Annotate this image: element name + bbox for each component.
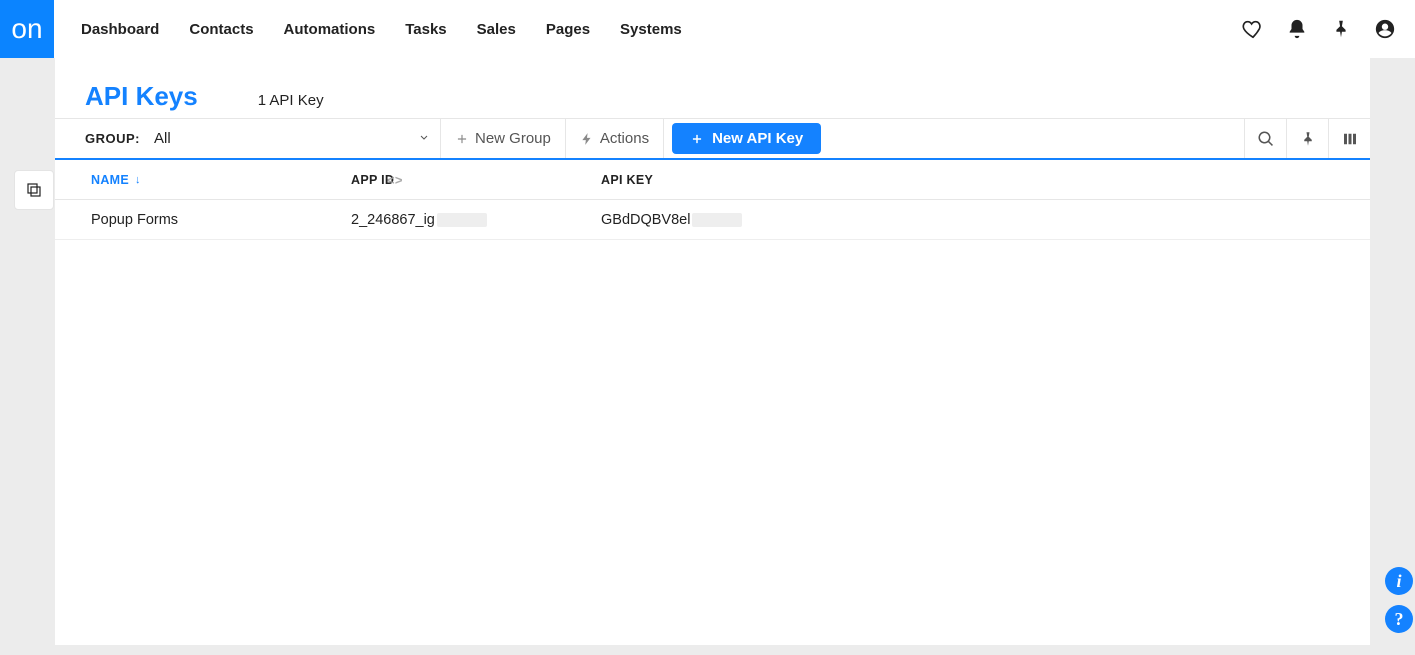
nav-label: Systems — [620, 21, 682, 38]
toolbar-right — [1244, 119, 1370, 158]
heart-icon[interactable] — [1231, 0, 1275, 58]
col-header-apikey-label: API KEY — [601, 173, 653, 187]
toolbar: GROUP: All New Group Actions New API Key — [55, 118, 1370, 160]
new-group-button[interactable]: New Group — [441, 119, 565, 158]
table-header: NAME ↓ <> APP ID API KEY — [55, 160, 1370, 200]
page-title: API Keys — [85, 81, 198, 112]
main-panel: API Keys 1 API Key GROUP: All New Group … — [55, 58, 1370, 645]
nav-label: Automations — [284, 21, 376, 38]
brand-logo-text: on — [11, 13, 42, 45]
nav-items: Dashboard Contacts Automations Tasks Sal… — [66, 0, 697, 58]
bell-icon[interactable] — [1275, 0, 1319, 58]
help-icon: ? — [1395, 609, 1404, 630]
actions-button[interactable]: Actions — [566, 119, 663, 158]
nav-automations[interactable]: Automations — [269, 0, 391, 58]
page-count: 1 API Key — [258, 92, 324, 112]
cell-apikey-value: GBdDQBV8el — [601, 212, 690, 228]
nav-contacts[interactable]: Contacts — [174, 0, 268, 58]
divider — [663, 119, 664, 158]
nav-right — [1231, 0, 1415, 58]
toolbar-spacer — [829, 119, 1244, 158]
cell-name-value: Popup Forms — [91, 212, 178, 228]
pin-icon — [1299, 130, 1317, 148]
search-icon — [1257, 130, 1275, 148]
group-select[interactable]: All — [140, 119, 440, 158]
new-api-key-label: New API Key — [712, 130, 803, 147]
cell-appid-value: 2_246867_ig — [351, 212, 435, 228]
stack-icon — [25, 181, 43, 199]
group-value: All — [154, 130, 171, 147]
info-icon: i — [1396, 571, 1401, 592]
columns-button[interactable] — [1328, 119, 1370, 158]
actions-label: Actions — [600, 130, 649, 147]
chevron-down-icon — [418, 130, 430, 147]
plus-icon — [455, 132, 469, 146]
cell-name: Popup Forms — [91, 212, 351, 228]
plus-icon — [690, 132, 704, 146]
info-float-button[interactable]: i — [1385, 567, 1413, 595]
table-row[interactable]: Popup Forms 2_246867_ig GBdDQBV8el — [55, 200, 1370, 240]
nav-label: Tasks — [405, 21, 446, 38]
columns-icon — [1341, 130, 1359, 148]
new-group-label: New Group — [475, 130, 551, 147]
flash-icon — [580, 132, 594, 146]
top-nav: on Dashboard Contacts Automations Tasks … — [0, 0, 1415, 58]
col-header-name[interactable]: NAME ↓ — [91, 173, 351, 187]
nav-tasks[interactable]: Tasks — [390, 0, 461, 58]
nav-label: Sales — [477, 21, 516, 38]
nav-pages[interactable]: Pages — [531, 0, 605, 58]
nav-label: Dashboard — [81, 21, 159, 38]
pin-view-button[interactable] — [1286, 119, 1328, 158]
title-row: API Keys 1 API Key — [55, 58, 1370, 118]
account-icon[interactable] — [1363, 0, 1407, 58]
redacted-mask — [437, 213, 487, 227]
new-api-key-button[interactable]: New API Key — [672, 123, 821, 154]
nav-dashboard[interactable]: Dashboard — [66, 0, 174, 58]
pin-icon[interactable] — [1319, 0, 1363, 58]
col-header-apikey[interactable]: API KEY — [601, 173, 1340, 187]
nav-sales[interactable]: Sales — [462, 0, 531, 58]
sort-asc-icon: ↓ — [135, 174, 141, 186]
cell-appid: 2_246867_ig — [351, 212, 601, 228]
search-button[interactable] — [1244, 119, 1286, 158]
group-label: GROUP: — [85, 119, 140, 158]
shelf-toggle[interactable] — [14, 170, 54, 210]
column-resize-icon[interactable]: <> — [387, 172, 403, 187]
cell-apikey: GBdDQBV8el — [601, 212, 1340, 228]
nav-label: Pages — [546, 21, 590, 38]
brand-logo[interactable]: on — [0, 0, 54, 58]
nav-systems[interactable]: Systems — [605, 0, 697, 58]
redacted-mask — [692, 213, 742, 227]
col-header-name-label: NAME — [91, 173, 129, 187]
help-float-button[interactable]: ? — [1385, 605, 1413, 633]
nav-label: Contacts — [189, 21, 253, 38]
